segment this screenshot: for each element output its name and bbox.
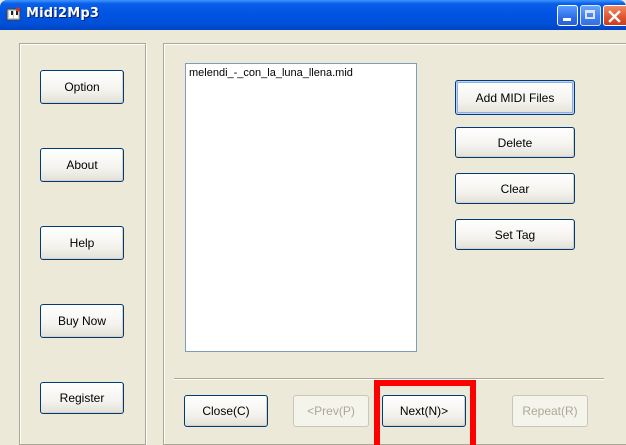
minimize-icon xyxy=(563,18,571,21)
maximize-button[interactable] xyxy=(580,5,601,26)
help-button[interactable]: Help xyxy=(40,226,124,260)
register-button[interactable]: Register xyxy=(40,382,124,414)
separator xyxy=(174,378,604,380)
window-title: Midi2Mp3 xyxy=(26,6,100,21)
app-icon xyxy=(6,7,21,21)
close-button[interactable]: Close(C) xyxy=(184,395,268,427)
title-bar[interactable]: Midi2Mp3 xyxy=(0,0,626,30)
set-tag-button[interactable]: Set Tag xyxy=(455,219,575,250)
midi-file-list[interactable]: melendi_-_con_la_luna_llena.mid xyxy=(185,63,417,352)
app-window: Midi2Mp3 Option About Help Buy Now Regis… xyxy=(0,0,626,445)
add-midi-files-button[interactable]: Add MIDI Files xyxy=(455,80,575,115)
minimize-button[interactable] xyxy=(557,5,578,26)
repeat-button[interactable]: Repeat(R) xyxy=(512,395,588,427)
list-item[interactable]: melendi_-_con_la_luna_llena.mid xyxy=(189,67,353,79)
maximize-icon xyxy=(585,10,595,19)
prev-button[interactable]: <Prev(P) xyxy=(293,395,369,427)
close-icon xyxy=(608,10,621,23)
delete-button[interactable]: Delete xyxy=(455,127,575,158)
option-button[interactable]: Option xyxy=(40,70,124,104)
about-button[interactable]: About xyxy=(40,148,124,182)
clear-button[interactable]: Clear xyxy=(455,173,575,204)
next-button[interactable]: Next(N)> xyxy=(382,395,466,427)
close-window-button[interactable] xyxy=(603,5,626,26)
buy-now-button[interactable]: Buy Now xyxy=(40,304,124,338)
